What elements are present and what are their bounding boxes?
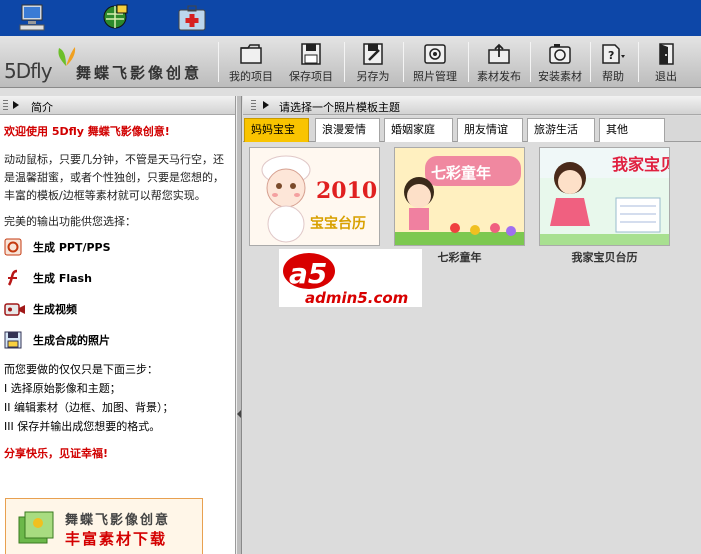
help-button[interactable]: ? 帮助 xyxy=(592,40,634,86)
tab-family[interactable]: 婚姻家庭 xyxy=(384,118,453,142)
thumbnail-caption: 我家宝贝台历 xyxy=(571,251,638,264)
option-photo[interactable]: 生成合成的照片 xyxy=(4,327,231,355)
toolbar-separator xyxy=(218,42,219,82)
collapse-arrow-icon[interactable] xyxy=(13,101,19,109)
art-subtext: 宝宝台历 xyxy=(310,215,366,232)
toolbar-separator xyxy=(590,42,591,82)
help-icon: ? xyxy=(602,44,625,64)
intro-panel: 简介 欢迎使用 5Dfly 舞蝶飞影像创意! 动动鼠标，只要几分钟，不管是天马行… xyxy=(0,96,236,554)
template-thumbnail[interactable]: 我家宝贝 xyxy=(539,147,676,246)
download-art-icon xyxy=(18,511,54,544)
splitter-arrow-icon[interactable] xyxy=(237,410,241,418)
exit-door-icon xyxy=(659,43,674,65)
tool-label: 照片管理 xyxy=(413,70,457,83)
tab-other[interactable]: 其他 xyxy=(599,118,665,142)
tab-friendship[interactable]: 朋友情谊 xyxy=(457,118,523,142)
toolbar-separator xyxy=(344,42,345,82)
option-label: 生成 Flash xyxy=(33,272,92,285)
tab-travel[interactable]: 旅游生活 xyxy=(527,118,595,142)
material-publish-icon xyxy=(488,43,510,64)
first-aid-kit-icon[interactable] xyxy=(175,2,209,34)
main-toolbar: 5Dfly 舞蝶飞影像创意 我的项目 保存项目 另存为 照片管理 素材发布 安装… xyxy=(0,36,701,88)
photo-manage-button[interactable]: 照片管理 xyxy=(406,40,464,86)
baby-calendar-artwork: 2010 宝宝台历 xyxy=(250,148,379,245)
option-label: 生成合成的照片 xyxy=(33,334,110,347)
drag-grip-icon[interactable] xyxy=(3,100,8,111)
toolbar-separator xyxy=(468,42,469,82)
install-material-button[interactable]: 安装素材 xyxy=(532,40,588,86)
network-icon[interactable] xyxy=(98,2,132,34)
welcome-text: 欢迎使用 5Dfly 舞蝶飞影像创意! xyxy=(4,125,170,138)
option-ppt[interactable]: 生成 PPT/PPS xyxy=(4,234,231,262)
template-panel: 请选择一个照片模板主题 妈妈宝宝 浪漫爱情 婚姻家庭 朋友情谊 旅游生活 其他 … xyxy=(243,96,701,554)
my-baby-calendar-artwork: 我家宝贝 xyxy=(540,148,676,245)
my-projects-button[interactable]: 我的项目 xyxy=(223,40,279,86)
ppt-icon xyxy=(4,238,22,256)
toolbar-separator xyxy=(403,42,404,82)
tab-romance[interactable]: 浪漫爱情 xyxy=(315,118,380,142)
option-label: 生成视频 xyxy=(33,303,77,316)
watermark-big: a5下载 xyxy=(289,257,387,290)
step-item: I 选择原始影像和主题； xyxy=(4,382,121,395)
flash-icon xyxy=(7,269,18,286)
svg-text:?: ? xyxy=(608,49,614,62)
collapse-arrow-icon[interactable] xyxy=(263,101,269,109)
art-text: 我家宝贝 xyxy=(612,155,669,174)
floppy-disk-icon xyxy=(301,43,321,65)
template-panel-header: 请选择一个照片模板主题 xyxy=(243,96,701,115)
drag-grip-icon[interactable] xyxy=(251,100,256,111)
tool-label: 帮助 xyxy=(602,70,624,83)
exit-button[interactable]: 退出 xyxy=(646,40,686,86)
steps-intro-text: 而您要做的仅仅只是下面三步： xyxy=(4,363,158,376)
intro-panel-header: 简介 xyxy=(0,96,235,115)
save-project-button[interactable]: 保存项目 xyxy=(282,40,340,86)
tool-label: 另存为 xyxy=(356,70,390,83)
tool-label: 素材发布 xyxy=(477,70,521,83)
watermark-small: admin5.com xyxy=(305,289,408,307)
photo-manage-icon xyxy=(424,44,446,64)
option-flash[interactable]: 生成 Flash xyxy=(4,265,231,293)
panel-splitter[interactable] xyxy=(236,96,242,554)
step-item: III 保存并输出成您想要的格式。 xyxy=(4,420,161,433)
install-material-icon xyxy=(549,44,571,64)
photo-save-icon xyxy=(4,331,22,349)
template-thumbnail[interactable]: 2010 宝宝台历 xyxy=(249,147,380,246)
colorful-childhood-artwork: 七彩童年 xyxy=(395,148,524,245)
site-watermark: a5下载 admin5.com xyxy=(279,249,422,307)
tool-label: 我的项目 xyxy=(229,70,273,83)
video-camera-icon xyxy=(4,303,25,316)
output-intro-text: 完美的输出功能供您选择： xyxy=(4,215,136,228)
theme-tabs: 妈妈宝宝 浪漫爱情 婚姻家庭 朋友情谊 旅游生活 其他 xyxy=(243,116,701,142)
logo-text-en: 5Dfly xyxy=(4,59,53,83)
tab-mother-baby[interactable]: 妈妈宝宝 xyxy=(244,118,309,142)
intro-panel-title: 简介 xyxy=(31,101,53,114)
art-text: 2010 xyxy=(316,178,377,204)
save-as-button[interactable]: 另存为 xyxy=(346,40,400,86)
banner-line2: 丰富素材下载 xyxy=(65,530,168,548)
material-download-banner[interactable]: 舞蝶飞影像创意 丰富素材下载 xyxy=(5,498,203,554)
step-item: II 编辑素材（边框、加图、背景）； xyxy=(4,401,174,414)
app-logo: 5Dfly 舞蝶飞影像创意 xyxy=(3,42,215,86)
folder-open-icon xyxy=(240,44,262,64)
banner-line1: 舞蝶飞影像创意 xyxy=(65,513,171,528)
save-as-icon xyxy=(363,43,383,65)
toolbar-separator xyxy=(638,42,639,82)
template-panel-title: 请选择一个照片模板主题 xyxy=(279,101,400,114)
my-computer-icon[interactable] xyxy=(16,2,50,34)
template-thumbnail[interactable]: 七彩童年 xyxy=(394,147,525,246)
logo-text-cn: 舞蝶飞影像创意 xyxy=(76,64,203,82)
tool-label: 安装素材 xyxy=(538,70,582,83)
option-video[interactable]: 生成视频 xyxy=(4,296,231,324)
option-label: 生成 PPT/PPS xyxy=(33,241,111,254)
slogan-text: 分享快乐，见证幸福! xyxy=(4,447,109,460)
toolbar-separator xyxy=(530,42,531,82)
description-text: 动动鼠标，只要几分钟，不管是天马行空，还是温馨甜蜜，或者个性独创，只要是您想的，… xyxy=(4,153,224,202)
art-text: 七彩童年 xyxy=(431,164,491,182)
desktop-strip xyxy=(0,0,701,36)
tool-label: 保存项目 xyxy=(289,70,333,83)
material-publish-button[interactable]: 素材发布 xyxy=(470,40,528,86)
a5-logo-icon: a5下载 admin5.com xyxy=(283,253,408,307)
tool-label: 退出 xyxy=(655,70,677,83)
butterfly-logo-icon xyxy=(58,47,76,66)
